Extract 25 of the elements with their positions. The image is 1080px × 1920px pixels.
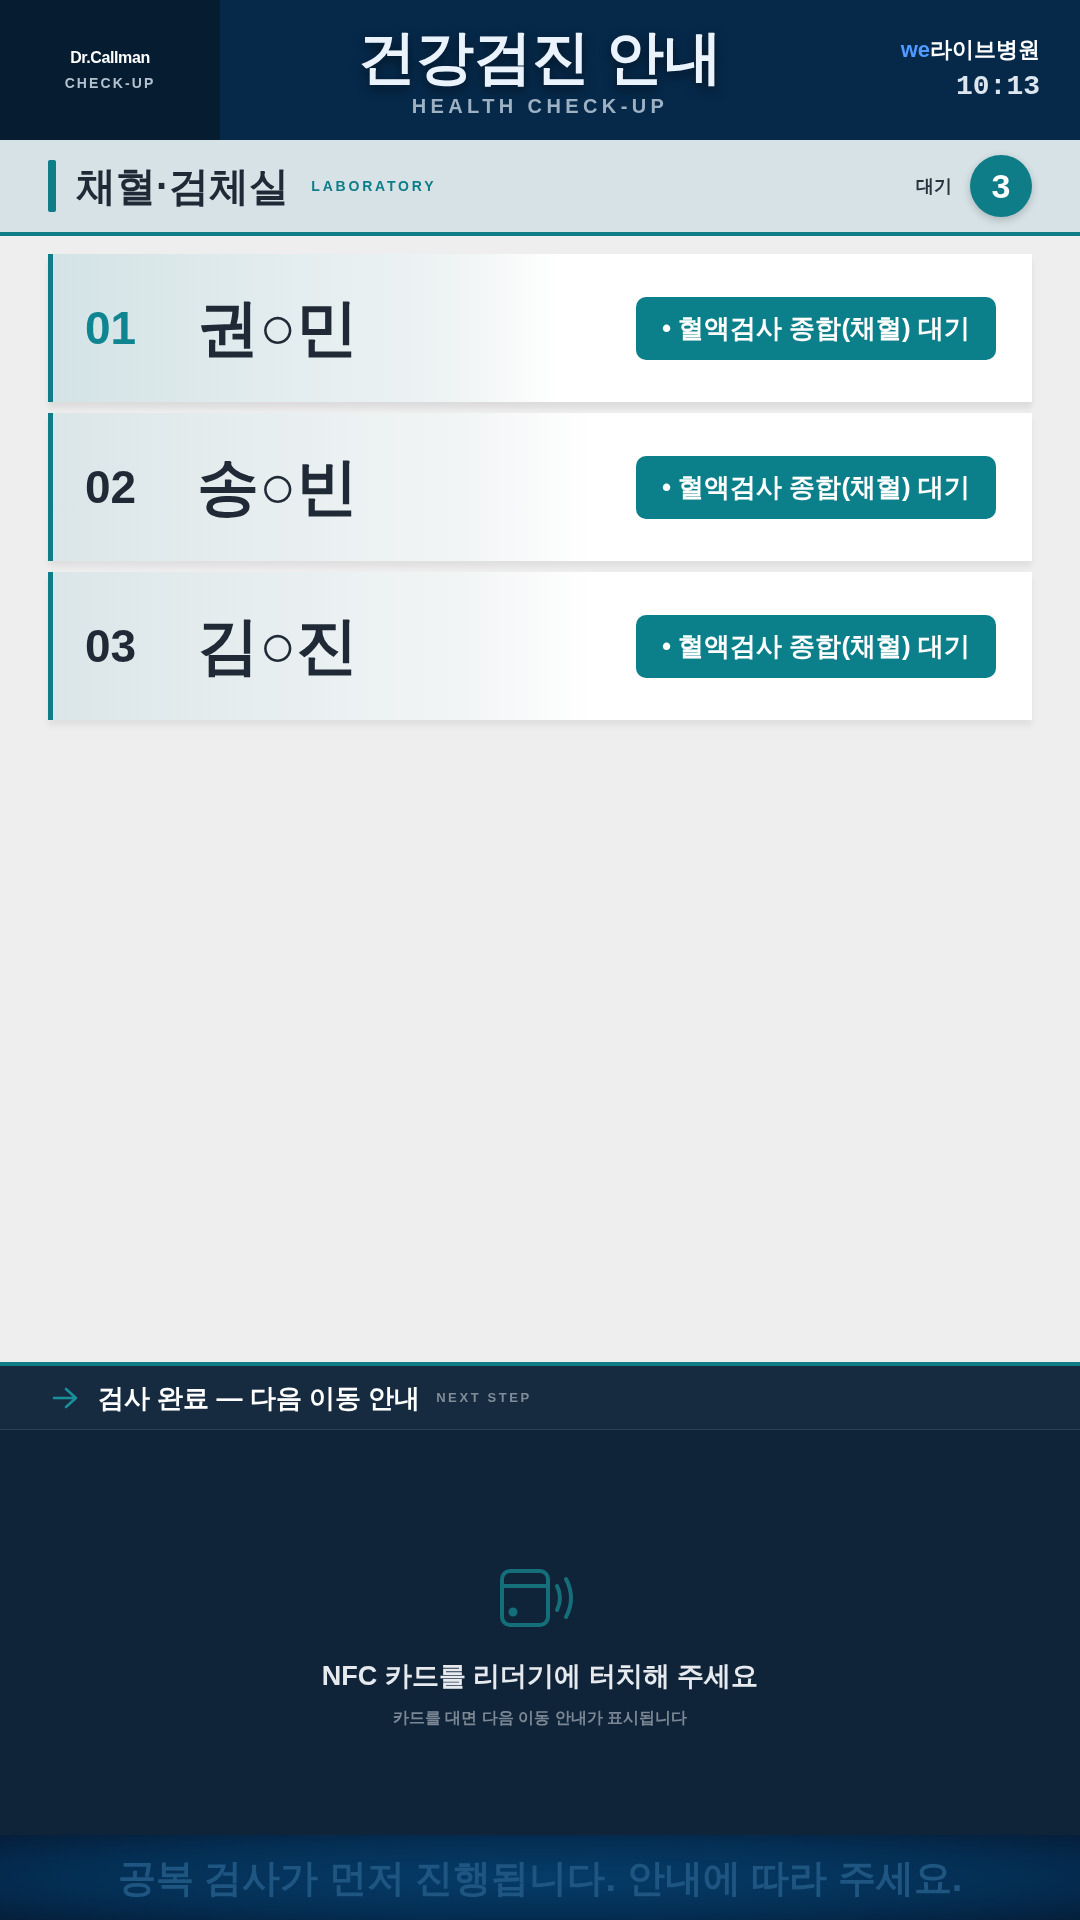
hospital-name: we라이브병원 [900, 39, 1040, 61]
clock-time: 10:13 [956, 73, 1040, 101]
room-title: 채혈·검체실 [76, 166, 290, 206]
status-badge: • 혈액검사 종합(채혈) 대기 [635, 614, 996, 678]
nfc-hint: 카드를 대면 다음 이동 안내가 표시됩니다 [392, 1710, 688, 1726]
patient-name: 송○빈 [197, 456, 359, 518]
arrow-icon [52, 1386, 78, 1409]
brand-logo: Dr.Callman [70, 50, 150, 66]
queue-number: 01 [85, 305, 138, 351]
queue-number: 03 [85, 623, 138, 669]
accent-bar [48, 160, 56, 212]
status-badge: • 혈액검사 종합(채혈) 대기 [635, 455, 996, 519]
patient-name: 김○진 [197, 615, 359, 677]
next-step-title: 검사 완료 — 다음 이동 안내 [98, 1384, 421, 1411]
nfc-prompt: NFC 카드를 리더기에 터치해 주세요 [321, 1663, 759, 1690]
status-badge: • 혈액검사 종합(채혈) 대기 [635, 296, 996, 360]
page-title: 건강검진 안내 [357, 28, 723, 86]
room-subtitle: LABORATORY [311, 179, 437, 193]
next-step-subtitle: NEXT STEP [436, 1391, 532, 1404]
waiting-label: 대기 [916, 177, 952, 195]
waiting-count: 3 [970, 155, 1032, 217]
patient-name: 권○민 [197, 297, 359, 359]
queue-number: 02 [85, 464, 138, 510]
page-subtitle: HEALTH CHECK-UP [411, 96, 669, 116]
logo-subtitle: CHECK-UP [64, 76, 156, 90]
